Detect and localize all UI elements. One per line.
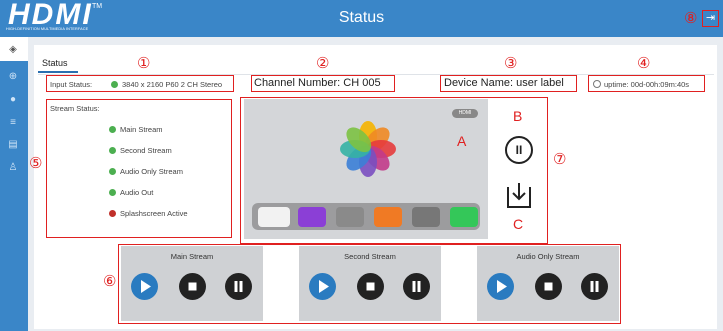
storage-icon[interactable]: ▤ [6, 138, 20, 152]
stream-status-label: Stream Status: [50, 104, 100, 113]
podcasts-app-icon[interactable] [298, 207, 326, 227]
marker-3: ③ [504, 55, 518, 72]
label-a: A [457, 133, 467, 149]
status-icon[interactable]: ⊕ [6, 70, 20, 84]
page-title: Status [338, 9, 385, 26]
panel-title: Second Stream [344, 252, 396, 261]
video-preview[interactable]: HDMI [244, 99, 488, 239]
pause-preview-icon[interactable]: II [505, 136, 533, 164]
panel-second-stream: Second Stream [299, 246, 441, 321]
panel-title: Main Stream [170, 252, 214, 261]
sidebar: ◈ ⊕ ● ≡ ▤ ♙ [0, 37, 28, 331]
tv-app-icon[interactable] [374, 207, 402, 227]
marker-1: ① [137, 55, 151, 72]
marker-6: ⑥ [103, 273, 117, 290]
stream-item-label: Audio Only Stream [120, 167, 183, 176]
device-name: Device Name: user label [444, 77, 564, 89]
download-icon[interactable] [506, 181, 532, 209]
stream-item-main: Main Stream [109, 125, 163, 134]
pause-button[interactable] [225, 273, 252, 300]
facetime-app-icon[interactable] [450, 207, 478, 227]
status-dot [109, 126, 116, 133]
channel-number: Channel Number: CH 005 [254, 77, 381, 89]
stream-item-audio-out: Audio Out [109, 188, 153, 197]
marker-7: ⑦ [553, 151, 567, 168]
header-bar: HDMI TM HIGH-DEFINITION MULTIMEDIA INTER… [0, 0, 723, 37]
input-status-label: Input Status: [50, 80, 93, 89]
pause-button[interactable] [581, 273, 608, 300]
panel-title: Audio Only Stream [516, 252, 580, 261]
status-dot [109, 147, 116, 154]
status-dot [109, 189, 116, 196]
settings-app-icon[interactable] [412, 207, 440, 227]
play-button[interactable] [131, 273, 158, 300]
user-icon[interactable]: ♙ [6, 161, 20, 175]
photos-app-icon[interactable] [258, 207, 290, 227]
input-status-text: 3840 x 2160 P60 2 CH Stereo [122, 80, 223, 89]
tab-status[interactable]: Status [38, 53, 78, 73]
stop-button[interactable] [179, 273, 206, 300]
label-c: C [513, 216, 524, 232]
marker-4: ④ [637, 55, 651, 72]
uptime-text: uptime: 00d-00h:09m:40s [604, 80, 690, 89]
uptime: uptime: 00d-00h:09m:40s [593, 80, 689, 89]
stream-item-label: Main Stream [120, 125, 163, 134]
marker-2: ② [316, 55, 330, 72]
photos-flower-icon [340, 121, 396, 177]
marker-8: ⑧ [684, 10, 698, 27]
panel-main-stream: Main Stream [121, 246, 263, 321]
logo-subtitle: HIGH-DEFINITION MULTIMEDIA INTERFACE [6, 27, 89, 31]
marker-5: ⑤ [29, 155, 43, 172]
panel-audio-only-stream: Audio Only Stream [477, 246, 619, 321]
stream-item-label: Second Stream [120, 146, 172, 155]
exit-icon[interactable]: ⇥ [702, 10, 719, 27]
play-button[interactable] [309, 273, 336, 300]
pause-button[interactable] [403, 273, 430, 300]
app-dock [252, 203, 480, 230]
stream-item-splashscreen: Splashscreen Active [109, 209, 188, 218]
stream-item-audio-only: Audio Only Stream [109, 167, 183, 176]
sliders-icon[interactable]: ≡ [6, 116, 20, 130]
clock-icon [593, 80, 601, 88]
settings-icon[interactable]: ● [6, 93, 20, 107]
status-dot [109, 168, 116, 175]
play-button[interactable] [487, 273, 514, 300]
stream-item-second: Second Stream [109, 146, 172, 155]
preview-badge: HDMI [452, 109, 478, 118]
status-dot [109, 210, 116, 217]
search-app-icon[interactable] [336, 207, 364, 227]
input-status-value: 3840 x 2160 P60 2 CH Stereo [111, 80, 222, 89]
stream-item-label: Audio Out [120, 188, 154, 197]
layers-icon[interactable]: ◈ [6, 43, 20, 57]
input-status-dot [111, 81, 118, 88]
label-b: B [513, 108, 523, 124]
stop-button[interactable] [357, 273, 384, 300]
stream-item-label: Splashscreen Active [120, 209, 188, 218]
stop-button[interactable] [535, 273, 562, 300]
